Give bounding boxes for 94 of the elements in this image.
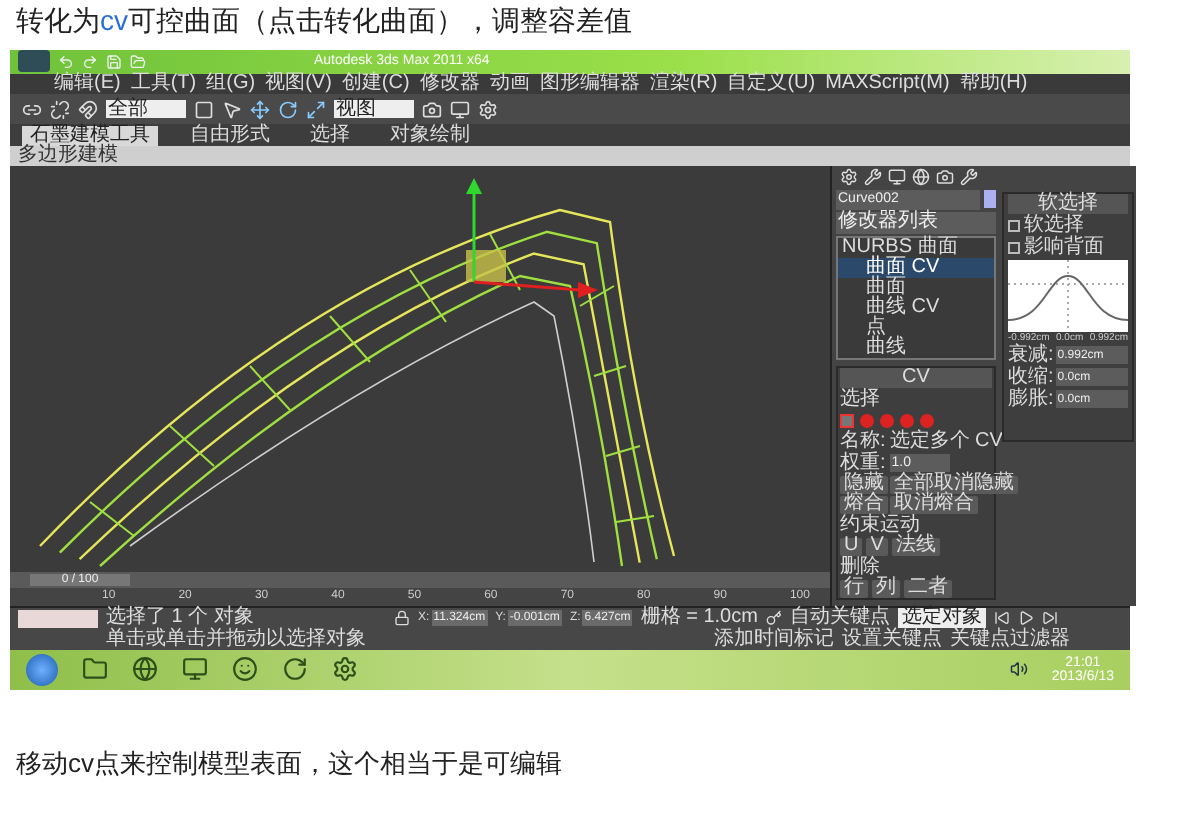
taskbar-app-icon[interactable] (232, 656, 258, 683)
taskbar-app-icon[interactable] (182, 656, 208, 683)
toolbar-icon[interactable] (78, 99, 98, 120)
cv-action-button[interactable]: 全部取消隐藏 (890, 475, 1018, 494)
group-label: 删除 (840, 557, 880, 578)
menu-item[interactable]: 视图(V) (265, 73, 332, 94)
reference-coordinate-dropdown[interactable]: 视图 (334, 100, 414, 119)
menu-item[interactable]: 创建(C) (341, 73, 410, 94)
command-tab-icon[interactable] (888, 168, 906, 187)
toolbar-icon[interactable] (50, 99, 70, 120)
menu-item[interactable]: 图形编辑器 (539, 73, 640, 94)
field-label: 衰减: (1008, 345, 1054, 366)
checkbox[interactable] (1008, 241, 1020, 254)
command-tab-icon[interactable] (840, 168, 858, 187)
field-label: 权重: (840, 453, 886, 474)
rollout-title[interactable]: 软选择 (1008, 193, 1128, 214)
object-color-swatch[interactable] (984, 190, 996, 209)
field-label: 收缩: (1008, 367, 1054, 388)
menu-item[interactable]: 编辑(E) (54, 73, 121, 94)
key-filters-button[interactable]: 关键点过滤器 (950, 629, 1070, 650)
toolbar-icon[interactable] (22, 99, 42, 120)
checkbox[interactable] (1008, 219, 1020, 232)
cv-action-button[interactable]: 熔合 (840, 495, 888, 514)
ribbon-tab[interactable]: 自由形式 (182, 125, 278, 146)
toolbar-icon[interactable] (222, 99, 242, 120)
lock-icon[interactable] (394, 610, 410, 627)
field-label: 膨胀: (1008, 389, 1054, 410)
toolbar-icon[interactable] (194, 99, 214, 120)
menu-item[interactable]: 渲染(R) (649, 73, 718, 94)
caption-text: 移动cv点来控制模型表面，这个相当于是可编辑 (14, 750, 564, 776)
taskbar-app-icon[interactable] (132, 656, 158, 683)
menu-item[interactable]: MAXScript(M) (825, 73, 950, 94)
ribbon-tab[interactable]: 石墨建模工具 (22, 125, 158, 146)
selection-status: 选择了 1 个 对象 (106, 608, 254, 629)
menu-item[interactable]: 帮助(H) (959, 73, 1028, 94)
key-icon[interactable] (765, 610, 782, 627)
ribbon-panel-label: 多边形建模 (18, 145, 118, 166)
group-label: 选择 (840, 389, 882, 410)
command-tab-icon[interactable] (960, 168, 978, 187)
constrain-button[interactable]: 法线 (891, 537, 940, 556)
falloff-curve-graph (1008, 259, 1128, 332)
taskbar-app-icon[interactable] (282, 656, 308, 683)
name-value: 选定多个 CV (889, 431, 1003, 452)
delete-button[interactable]: 二者 (904, 579, 952, 598)
constrain-button[interactable]: V (866, 537, 888, 556)
heading-text: 转化为cv可控曲面（点击转化曲面），调整容差值 (14, 2, 634, 40)
delete-button[interactable]: 行 (840, 579, 868, 598)
rollout-title[interactable]: CV (840, 367, 992, 388)
cv-action-button[interactable]: 隐藏 (840, 475, 888, 494)
move-gizmo-drawing[interactable] (466, 177, 598, 298)
modifier-stack-item[interactable]: 曲面 (838, 277, 994, 298)
ribbon-tab[interactable]: 选择 (302, 125, 358, 146)
toolbar-icon[interactable] (422, 99, 442, 120)
start-button[interactable] (26, 653, 58, 686)
transform-icon[interactable] (278, 99, 298, 120)
checkbox-label: 软选择 (1024, 215, 1084, 236)
selection-filter-dropdown[interactable]: 全部 (106, 100, 186, 119)
modifier-stack-item[interactable]: 曲面 CV (838, 257, 994, 278)
transform-icon[interactable] (250, 99, 270, 120)
menu-item[interactable]: 自定义(U) (727, 73, 816, 94)
command-tab-icon[interactable] (864, 168, 882, 187)
menu-item[interactable]: 动画 (489, 73, 530, 94)
prompt-line: 单击或单击并拖动以选择对象 (106, 629, 368, 650)
modifier-stack-item[interactable]: 曲线 (838, 337, 994, 358)
modifier-stack-item[interactable]: 点 (838, 317, 994, 338)
delete-button[interactable]: 列 (872, 579, 900, 598)
checkbox-label: 影响背面 (1024, 237, 1104, 258)
command-tab-icon[interactable] (936, 168, 954, 187)
taskbar-app-icon[interactable] (82, 656, 108, 683)
group-label: 约束运动 (840, 515, 920, 536)
menu-item[interactable]: 修改器 (419, 73, 480, 94)
menu-item[interactable]: 组(G) (206, 73, 256, 94)
transform-icon[interactable] (306, 99, 326, 120)
skip-back-icon[interactable] (993, 610, 1010, 627)
command-tab-icon[interactable] (912, 168, 930, 187)
auto-key-button[interactable]: 自动关键点 (789, 608, 890, 629)
add-time-tag-button[interactable]: 添加时间标记 (714, 629, 834, 650)
grid-size: 栅格 = 1.0cm (640, 608, 758, 629)
toolbar-icon[interactable] (478, 99, 498, 120)
cv-action-button[interactable]: 取消熔合 (890, 495, 978, 514)
volume-icon[interactable] (1009, 660, 1028, 679)
set-key-button[interactable]: 设置关键点 (842, 629, 942, 650)
play-icon[interactable] (1017, 610, 1034, 627)
viewport[interactable] (10, 165, 830, 572)
modifier-list-dropdown[interactable]: 修改器列表 (836, 211, 996, 234)
constrain-button[interactable]: U (840, 537, 863, 556)
field-label: 名称: (840, 431, 886, 452)
modifier-stack-item[interactable]: 曲线 CV (838, 297, 994, 318)
menu-item[interactable]: 工具(T) (130, 73, 197, 94)
taskbar-app-icon[interactable] (332, 656, 358, 683)
ribbon-tab[interactable]: 对象绘制 (382, 125, 478, 146)
skip-forward-icon[interactable] (1041, 610, 1058, 627)
toolbar-icon[interactable] (450, 99, 470, 120)
modifier-stack-item[interactable]: NURBS 曲面 (838, 237, 994, 258)
